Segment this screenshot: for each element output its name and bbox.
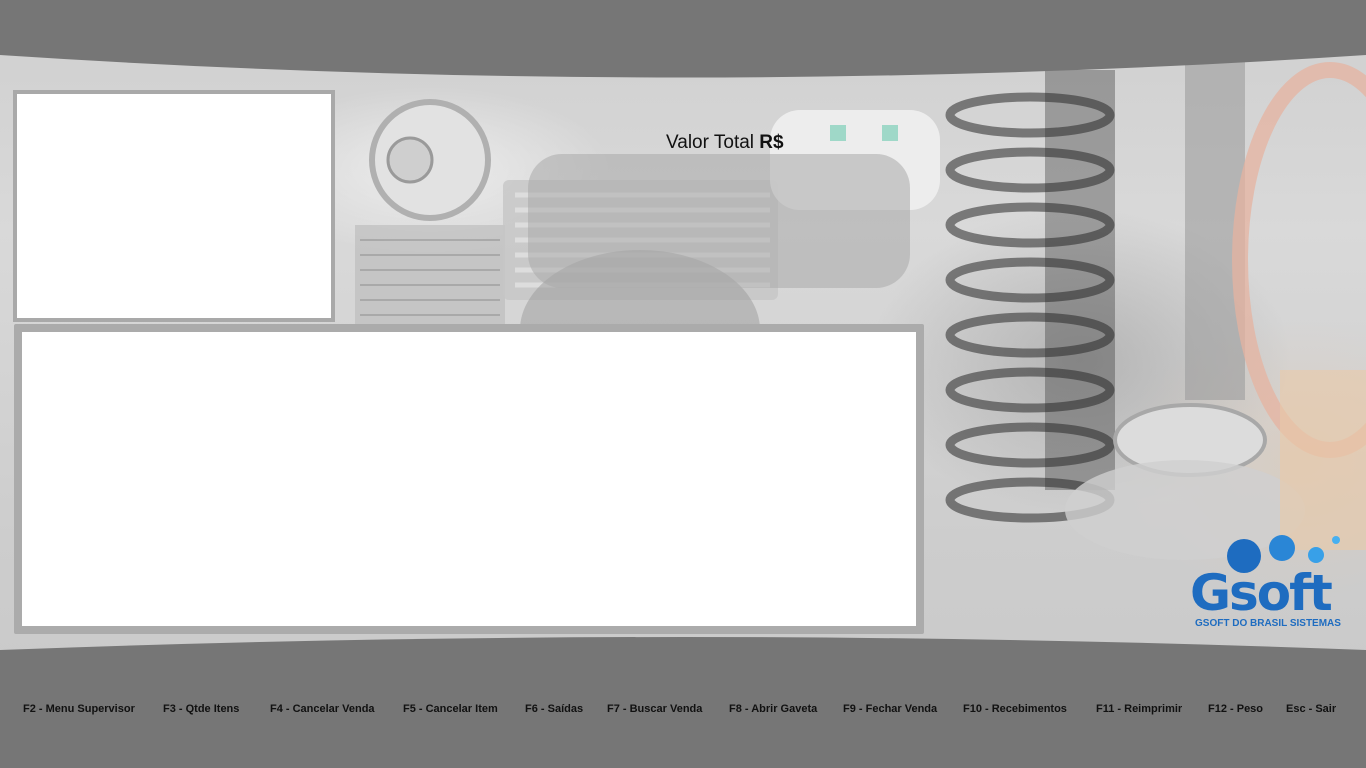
shortcut-f12-peso[interactable]: F12 - Peso <box>1208 703 1263 715</box>
shortcut-f5-cancelar-item[interactable]: F5 - Cancelar Item <box>403 703 498 715</box>
bottom-bar <box>0 637 1366 768</box>
shortcut-f8-abrir-gaveta[interactable]: F8 - Abrir Gaveta <box>729 703 817 715</box>
total-label-text: Valor Total <box>666 132 755 153</box>
shortcut-f2-menu-supervisor[interactable]: F2 - Menu Supervisor <box>23 703 135 715</box>
gsoft-logo-subtitle: GSOFT DO BRASIL SISTEMAS <box>1195 618 1341 629</box>
shortcut-f9-fechar-venda[interactable]: F9 - Fechar Venda <box>843 703 937 715</box>
total-label: Valor Total R$ <box>666 132 784 154</box>
shortcut-f6-saidas[interactable]: F6 - Saídas <box>525 703 583 715</box>
sale-items-panel <box>14 324 924 634</box>
shortcut-f7-buscar-venda[interactable]: F7 - Buscar Venda <box>607 703 702 715</box>
sale-items-list[interactable] <box>22 332 916 626</box>
product-image-area <box>17 94 331 318</box>
total-value-display <box>528 154 910 288</box>
shortcut-esc-sair[interactable]: Esc - Sair <box>1286 703 1336 715</box>
product-image-panel <box>13 90 335 322</box>
top-bar <box>0 0 1366 78</box>
gsoft-logo-text: Gsoft <box>1190 564 1333 622</box>
shortcut-bar: F2 - Menu Supervisor F3 - Qtde Itens F4 … <box>0 703 1366 719</box>
shortcut-f3-qtde-itens[interactable]: F3 - Qtde Itens <box>163 703 239 715</box>
shortcut-f4-cancelar-venda[interactable]: F4 - Cancelar Venda <box>270 703 375 715</box>
shortcut-f11-reimprimir[interactable]: F11 - Reimprimir <box>1096 703 1182 715</box>
total-currency: R$ <box>759 132 784 153</box>
shortcut-f10-recebimentos[interactable]: F10 - Recebimentos <box>963 703 1067 715</box>
